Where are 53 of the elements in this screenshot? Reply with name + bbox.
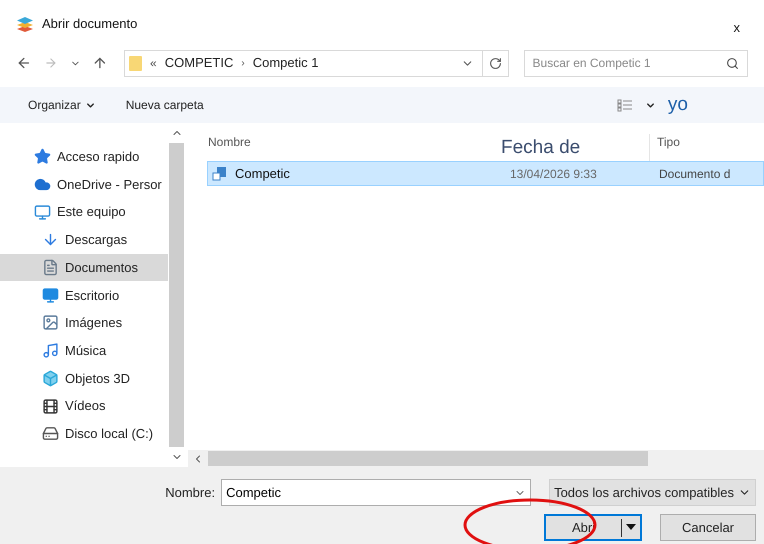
search-icon bbox=[726, 56, 740, 70]
sidebar-item[interactable]: Música bbox=[0, 336, 168, 364]
window-title: Abrir documento bbox=[42, 15, 138, 34]
annotation-text: yo bbox=[668, 92, 688, 117]
breadcrumb-item[interactable]: Competic 1 bbox=[252, 53, 318, 73]
caret-icon bbox=[626, 522, 636, 530]
stacked-layers-icon bbox=[16, 16, 34, 32]
filename-field[interactable]: Competic bbox=[226, 482, 514, 502]
monitor-icon bbox=[42, 286, 59, 304]
sidebar-item[interactable]: Acceso rapido bbox=[0, 143, 168, 171]
organize-button[interactable]: Organizar bbox=[28, 96, 96, 114]
sidebar-item[interactable]: Este equipo bbox=[0, 198, 168, 226]
separator-icon: › bbox=[241, 56, 245, 70]
sidebar-item[interactable]: Descargas bbox=[0, 226, 168, 254]
search-box[interactable]: Buscar en Competic 1 bbox=[524, 50, 748, 76]
name-label: Nombre: bbox=[165, 484, 216, 502]
column-header[interactable]: Tipo bbox=[650, 133, 764, 151]
star-icon bbox=[34, 148, 51, 166]
music-note-icon bbox=[42, 342, 59, 360]
address-bar[interactable]: « COMPETIC › Competic 1 bbox=[124, 50, 509, 76]
film-icon bbox=[42, 398, 59, 415]
file-row[interactable]: Competic 13/04/2026 9:33 Documento d bbox=[207, 161, 764, 186]
folder-icon bbox=[129, 56, 142, 70]
filename-box[interactable]: Competic bbox=[221, 479, 532, 506]
file-type-dropdown[interactable]: Todos los archivos compatibles bbox=[549, 479, 756, 506]
column-header[interactable]: Nombre bbox=[188, 133, 486, 151]
sidebar-item[interactable]: Objetos 3D bbox=[0, 364, 168, 392]
view-list-icon[interactable] bbox=[616, 98, 633, 112]
horizontal-scrollbar[interactable] bbox=[188, 450, 764, 467]
monitor-icon bbox=[34, 204, 51, 221]
table-cell-text: 13/04/2026 9:33 bbox=[510, 166, 597, 182]
image-icon bbox=[42, 314, 59, 332]
back-icon[interactable] bbox=[16, 55, 32, 71]
breadcrumb-prefix: « bbox=[150, 55, 157, 72]
table-cell-text: Documento d bbox=[659, 166, 730, 182]
close-button[interactable]: x bbox=[726, 18, 748, 38]
sidebar-item[interactable]: Disco local (C:) bbox=[0, 420, 168, 448]
search-field[interactable]: Buscar en Competic 1 bbox=[532, 54, 726, 72]
new-folder-button[interactable]: Nueva carpeta bbox=[126, 96, 204, 114]
sidebar-item[interactable]: Documentos bbox=[0, 254, 168, 282]
document-icon bbox=[212, 166, 227, 181]
sidebar-item[interactable]: Imágenes bbox=[0, 309, 168, 337]
document-icon bbox=[42, 259, 59, 276]
refresh-icon[interactable] bbox=[488, 56, 502, 70]
scroll-thumb[interactable] bbox=[169, 143, 184, 447]
sidebar-item[interactable]: Vídeos bbox=[0, 392, 168, 420]
breadcrumb-item[interactable]: COMPETIC bbox=[164, 53, 234, 73]
scroll-thumb[interactable] bbox=[208, 451, 648, 466]
cancel-button[interactable]: Cancelar bbox=[660, 514, 756, 541]
sidebar-item[interactable]: Escritorio bbox=[0, 281, 168, 310]
table-cell-text: Competic bbox=[235, 164, 290, 183]
sidebar-item[interactable]: OneDrive - Persor bbox=[0, 170, 168, 198]
cube-icon bbox=[42, 370, 59, 387]
